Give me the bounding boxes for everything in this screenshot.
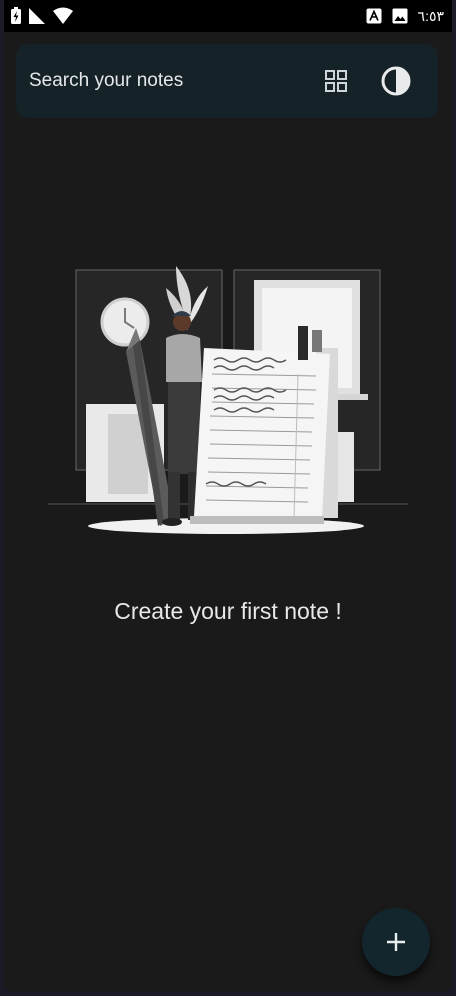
contrast-theme-icon xyxy=(381,66,411,96)
theme-toggle-button[interactable] xyxy=(378,63,414,99)
plus-icon xyxy=(387,933,405,951)
status-bar-left xyxy=(10,6,74,26)
app-screen: ٦:٥٣ Search your notes Create your first… xyxy=(4,0,452,992)
search-bar[interactable]: Search your notes xyxy=(16,44,438,118)
status-bar: ٦:٥٣ xyxy=(4,0,452,32)
status-time: ٦:٥٣ xyxy=(417,7,444,24)
status-bar-right: ٦:٥٣ xyxy=(366,6,444,26)
keyboard-a-icon xyxy=(366,8,382,24)
empty-state-message: Create your first note ! xyxy=(114,598,342,624)
wifi-icon xyxy=(53,7,73,24)
add-note-button[interactable] xyxy=(362,908,430,976)
signal-icon xyxy=(29,8,45,24)
grid-view-button[interactable] xyxy=(320,65,352,97)
battery-charging-icon xyxy=(11,7,21,24)
search-placeholder: Search your notes xyxy=(29,70,184,91)
image-icon xyxy=(392,8,408,24)
grid-view-icon xyxy=(325,70,347,92)
empty-notes-illustration xyxy=(48,266,408,534)
